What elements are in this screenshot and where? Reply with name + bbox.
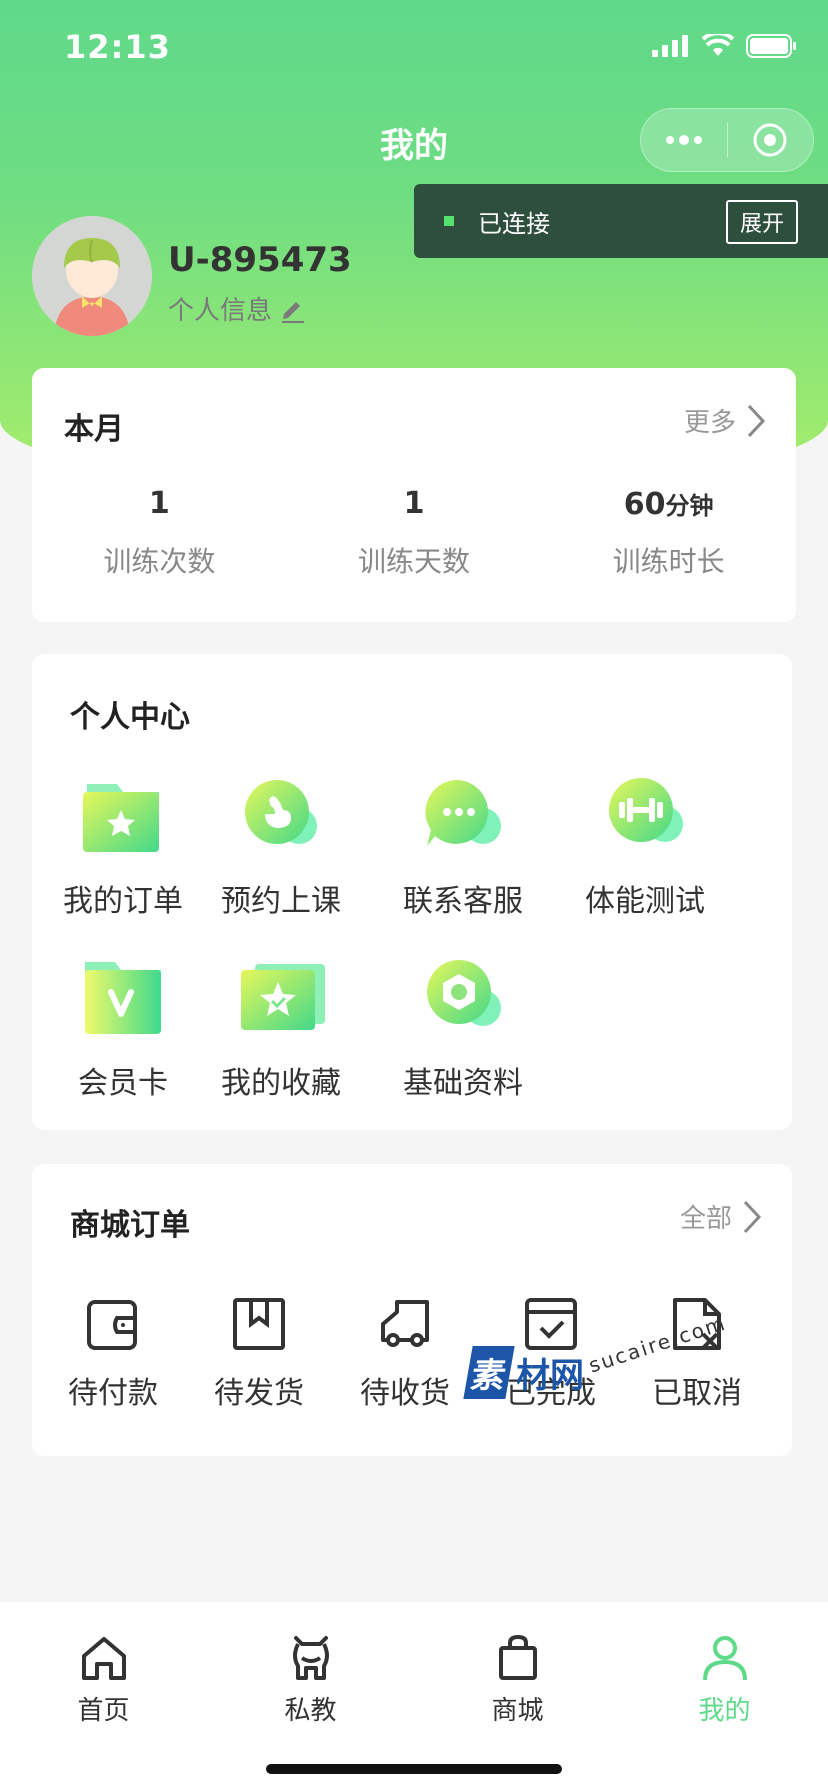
avatar[interactable]: [32, 216, 152, 336]
stat-value: 60: [623, 487, 666, 522]
chevron-right-icon: [747, 404, 766, 437]
order-label: 已取消: [652, 1376, 742, 1411]
username: U-895473: [168, 240, 352, 280]
connection-status-dot: [444, 216, 454, 226]
profile-info-label: 个人信息: [168, 296, 273, 326]
tab-home[interactable]: 首页: [0, 1602, 207, 1792]
watermark: 素 材网 sucaire.com: [463, 1310, 729, 1399]
grid-label: 联系客服: [403, 884, 523, 919]
grid-item-member-card[interactable]: 会员卡: [32, 956, 214, 1102]
status-icons: [652, 34, 798, 58]
order-label: 待付款: [68, 1376, 158, 1411]
shop-orders-title: 商城订单: [70, 1208, 190, 1243]
profile-info-link[interactable]: 个人信息: [168, 290, 308, 327]
more-link[interactable]: 更多: [684, 402, 766, 439]
edit-pencil-icon: [282, 301, 305, 323]
tab-label: 我的: [698, 1696, 751, 1726]
grid-label: 我的收藏: [221, 1066, 341, 1101]
tab-label: 商城: [491, 1696, 544, 1726]
stat-label: 训练次数: [103, 545, 216, 578]
personal-center-title: 个人中心: [70, 700, 190, 735]
stat-value: 1: [403, 486, 425, 521]
connection-status-text: 已连接: [478, 209, 550, 238]
avatar-girl-icon: [32, 216, 152, 336]
folder-star-icon: [83, 784, 159, 852]
all-orders-link[interactable]: 全部: [680, 1198, 762, 1235]
connection-banner: 已连接 展开: [414, 184, 828, 258]
monthly-summary-card: 本月 更多 1 训练次数 1 训练天数 60分钟 训练时长: [32, 368, 796, 622]
grid-label: 体能测试: [585, 884, 705, 919]
chevron-right-icon: [743, 1200, 762, 1233]
home-icon: [81, 1637, 126, 1680]
tab-label: 首页: [77, 1696, 130, 1726]
coach-icon: [292, 1636, 329, 1680]
all-orders-label: 全部: [679, 1204, 732, 1234]
tab-label: 私教: [284, 1696, 337, 1726]
status-time: 12:13: [64, 28, 171, 66]
close-program-button[interactable]: [728, 109, 814, 171]
package-icon: [233, 1298, 285, 1350]
grid-item-my-orders[interactable]: 我的订单: [32, 774, 214, 920]
grid-item-contact-service[interactable]: 联系客服: [372, 774, 554, 920]
grid-item-book-class[interactable]: 预约上课: [190, 774, 372, 920]
more-label: 更多: [683, 408, 736, 438]
grid-label: 我的订单: [63, 884, 183, 919]
battery-icon: [746, 34, 796, 58]
hexagon-nut-icon: [427, 960, 501, 1026]
stat-label: 训练时长: [612, 545, 725, 578]
monthly-title: 本月: [64, 412, 124, 447]
order-label: 待发货: [214, 1376, 304, 1411]
target-circle-icon: [753, 123, 787, 157]
user-icon: [702, 1636, 747, 1681]
order-pending-payment[interactable]: 待付款: [40, 1294, 186, 1412]
member-card-icon: [85, 962, 161, 1034]
wifi-icon: [702, 34, 734, 56]
tab-mine[interactable]: 我的: [621, 1602, 828, 1792]
calendar-check-icon: [525, 1298, 577, 1350]
order-pending-receipt[interactable]: 待收货: [332, 1294, 478, 1412]
stat-training-duration: 60分钟 训练时长: [541, 486, 796, 580]
grid-item-favorites[interactable]: 我的收藏: [190, 956, 372, 1102]
dumbbell-icon: [609, 778, 683, 842]
order-label: 待收货: [360, 1376, 450, 1411]
order-pending-shipment[interactable]: 待发货: [186, 1294, 332, 1412]
favorite-star-icon: [241, 964, 325, 1030]
stat-value: 1: [148, 486, 170, 521]
stat-label: 训练天数: [358, 545, 471, 578]
shop-orders-card: 商城订单 全部 待付款 待发货 待收货 已完成 已取消: [32, 1164, 792, 1456]
grid-label: 预约上课: [221, 884, 341, 919]
stats-row: 1 训练次数 1 训练天数 60分钟 训练时长: [32, 486, 796, 580]
status-bar: 12:13: [0, 0, 828, 100]
stat-training-count: 1 训练次数: [32, 486, 287, 580]
more-dots-icon: [665, 135, 702, 145]
expand-button[interactable]: 展开: [725, 200, 798, 244]
grid-item-basic-info[interactable]: 基础资料: [372, 956, 554, 1102]
wallet-icon: [87, 1300, 137, 1350]
shopping-bag-icon: [498, 1634, 537, 1680]
grid-item-fitness-test[interactable]: 体能测试: [554, 774, 736, 920]
stat-training-days: 1 训练天数: [287, 486, 542, 580]
watermark-text: 材网: [516, 1356, 584, 1396]
muscle-icon: [245, 780, 317, 844]
mini-program-capsule: [640, 108, 814, 172]
truck-icon: [381, 1300, 429, 1347]
watermark-logo: 素: [463, 1346, 515, 1399]
signal-icon: [652, 35, 688, 57]
stat-unit: 分钟: [665, 492, 714, 520]
personal-center-card: 个人中心 我的订单 预约上课 联系客服 体能测试 会员卡 我的收藏 基础资料: [32, 654, 792, 1130]
home-indicator: [266, 1764, 562, 1774]
grid-label: 基础资料: [403, 1066, 523, 1101]
more-menu-button[interactable]: [641, 109, 727, 171]
grid-label: 会员卡: [78, 1066, 168, 1101]
chat-bubble-icon: [425, 779, 501, 846]
